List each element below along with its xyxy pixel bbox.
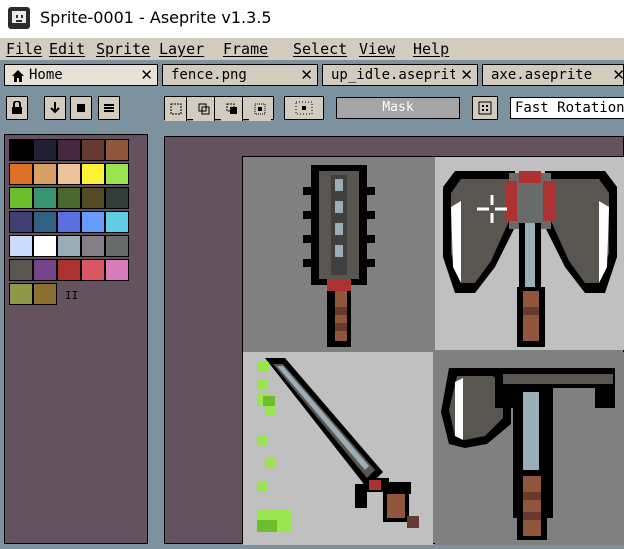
subtract-selection-button[interactable] (221, 97, 243, 121)
menu-file[interactable]: File (6, 40, 42, 58)
sprite-cell-single-axe (435, 352, 624, 545)
palette-menu-button[interactable] (98, 96, 120, 120)
palette-swatch[interactable] (33, 235, 57, 257)
palette-swatch[interactable] (105, 235, 129, 257)
palette-swatch[interactable] (81, 163, 105, 185)
palette-swatch[interactable] (81, 139, 105, 161)
tab-up-idle[interactable]: up_idle.aseprite ✕ (322, 64, 478, 86)
grid-dots-icon (478, 101, 492, 115)
palette-swatch[interactable] (57, 139, 81, 161)
palette-swatch[interactable] (33, 163, 57, 185)
tab-home[interactable]: Home ✕ (4, 64, 158, 86)
menu-help[interactable]: Help (413, 40, 449, 58)
title-bar: Sprite-0001 - Aseprite v1.3.5 (0, 0, 624, 38)
menu-layer[interactable]: Layer (159, 40, 204, 58)
pixel-star-icon (295, 101, 313, 115)
home-icon (12, 70, 24, 82)
palette-swatch[interactable] (9, 187, 33, 209)
palette-swatch[interactable] (81, 259, 105, 281)
palette-swatch[interactable] (33, 139, 57, 161)
palette-swatch[interactable] (33, 211, 57, 233)
palette-swatch[interactable] (57, 163, 81, 185)
mace-sprite (303, 165, 375, 347)
sprite-cell-double-axe (435, 157, 624, 350)
pivot-button[interactable] (472, 96, 498, 120)
palette-swatch[interactable] (105, 139, 129, 161)
replace-selection-button[interactable] (165, 97, 187, 121)
palette-swatch[interactable] (81, 235, 105, 257)
menu-icon (104, 104, 114, 112)
intersect-selection-button[interactable] (249, 97, 271, 121)
close-icon[interactable]: ✕ (140, 66, 153, 84)
palette-area: II (4, 134, 148, 544)
selection-subtract-icon (226, 103, 237, 114)
square-icon (77, 104, 85, 112)
mask-button[interactable]: Mask (336, 97, 460, 119)
tab-fence-label: fence.png (171, 67, 247, 83)
add-selection-button[interactable] (193, 97, 215, 121)
palette-swatch[interactable] (9, 283, 33, 305)
aseprite-app-icon (8, 7, 30, 29)
palette-swatch[interactable] (57, 235, 81, 257)
palette-swatch[interactable] (105, 211, 129, 233)
palette-resize-handle-icon[interactable]: II (65, 289, 78, 302)
close-icon[interactable]: ✕ (300, 66, 313, 84)
menu-select[interactable]: Select (293, 40, 347, 58)
tab-fence[interactable]: fence.png ✕ (162, 64, 318, 86)
rotation-algorithm-select[interactable]: Fast Rotation (510, 97, 624, 119)
double-axe-sprite (443, 171, 617, 347)
palette-swatch[interactable] (33, 187, 57, 209)
lock-icon (12, 101, 22, 114)
tab-up-idle-label: up_idle.aseprite (331, 67, 455, 83)
transparent-color-button[interactable] (284, 96, 324, 120)
sprite-canvas[interactable] (242, 156, 624, 545)
context-toolbar: Mask Fast Rotation (0, 88, 624, 130)
tab-axe[interactable]: axe.aseprite ✕ (482, 64, 624, 86)
palette-swatch[interactable] (9, 211, 33, 233)
menu-edit[interactable]: Edit (49, 40, 85, 58)
palette-swatch[interactable] (9, 235, 33, 257)
single-axe-sprite (441, 368, 615, 540)
selection-replace-icon (170, 103, 181, 115)
window-title: Sprite-0001 - Aseprite v1.3.5 (40, 8, 272, 27)
arrow-down-icon (50, 102, 60, 114)
tab-axe-label: axe.aseprite (491, 67, 593, 83)
lock-palette-button[interactable] (6, 96, 28, 120)
close-icon[interactable]: ✕ (612, 66, 624, 84)
selection-mode-group (164, 96, 274, 121)
palette-panel: II (0, 130, 152, 544)
palette-swatch[interactable] (105, 187, 129, 209)
palette-swatch[interactable] (81, 187, 105, 209)
palette-swatch[interactable] (9, 139, 33, 161)
menu-frame[interactable]: Frame (223, 40, 268, 58)
selection-intersect-icon (254, 103, 266, 115)
tab-home-label: Home (29, 67, 63, 83)
selection-add-icon (198, 103, 209, 115)
palette-swatch[interactable] (33, 283, 57, 305)
sort-palette-button[interactable] (44, 96, 66, 120)
palette-swatch[interactable] (9, 163, 33, 185)
sword-sprite (257, 358, 419, 532)
menu-sprite[interactable]: Sprite (96, 40, 150, 58)
close-icon[interactable]: ✕ (460, 66, 473, 84)
palette-swatch[interactable] (105, 259, 129, 281)
presets-button[interactable] (70, 96, 92, 120)
palette-swatch[interactable] (33, 259, 57, 281)
palette-swatch[interactable] (57, 259, 81, 281)
palette-swatch[interactable] (9, 259, 33, 281)
sprite-cell-mace (243, 157, 433, 350)
menu-bar: File Edit Sprite Layer Frame Select View… (0, 38, 624, 60)
palette-swatch[interactable] (105, 163, 129, 185)
menu-view[interactable]: View (359, 40, 395, 58)
palette-swatch[interactable] (81, 211, 105, 233)
sprite-cell-sword (243, 352, 433, 545)
palette-swatch[interactable] (57, 211, 81, 233)
palette-swatch[interactable] (57, 187, 81, 209)
tab-bar: Home ✕ fence.png ✕ up_idle.aseprite ✕ ax… (0, 60, 624, 88)
